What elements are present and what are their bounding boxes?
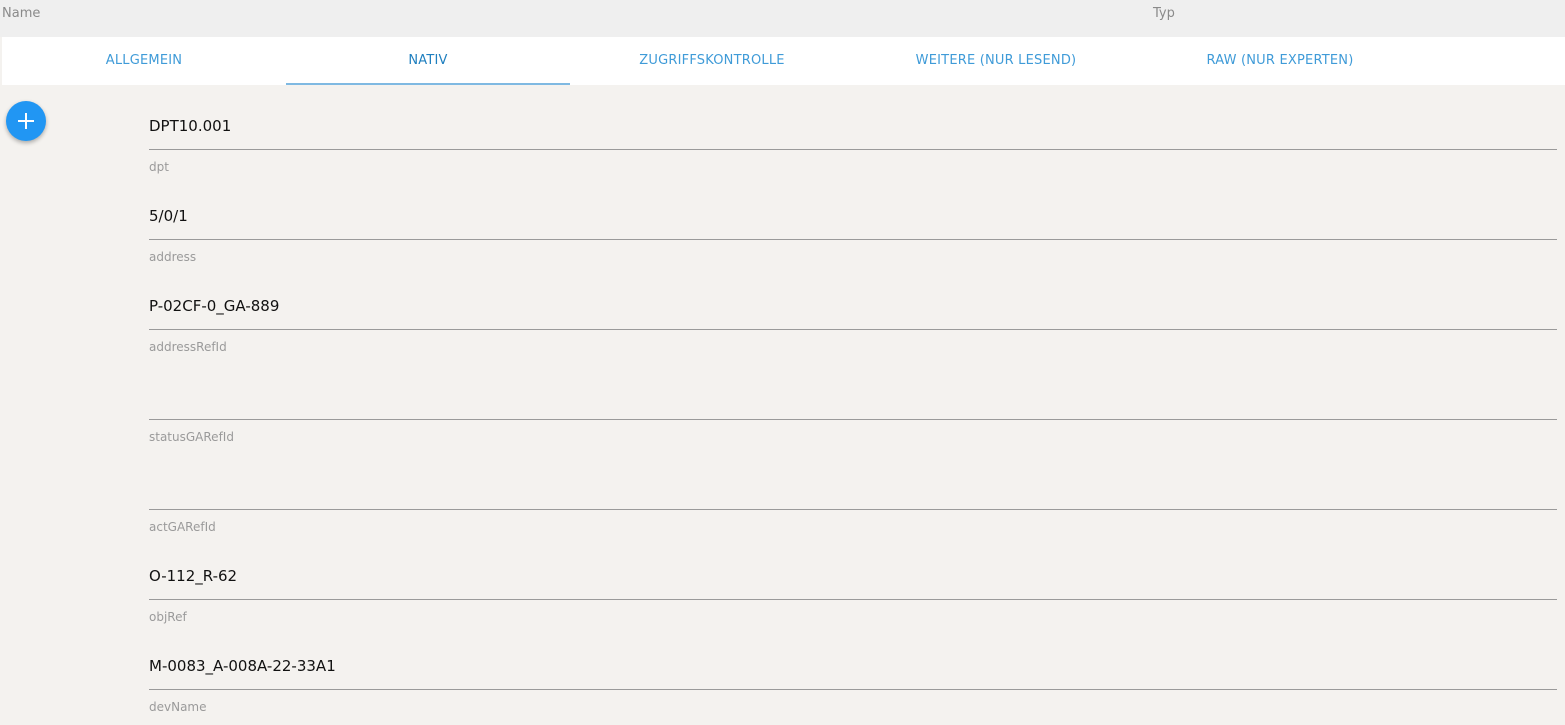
tab-bar: ALLGEMEIN NATIV ZUGRIFFSKONTROLLE WEITER…	[2, 37, 1565, 85]
obj-ref-label: objRef	[149, 610, 187, 624]
status-ga-ref-id-input[interactable]	[149, 385, 1557, 407]
field-underline	[149, 239, 1557, 240]
add-button[interactable]	[6, 101, 46, 141]
field-underline	[149, 149, 1557, 150]
field-underline	[149, 419, 1557, 420]
field-dev-name: devName	[149, 625, 1557, 715]
dpt-input[interactable]	[149, 115, 1557, 137]
field-underline	[149, 509, 1557, 510]
dpt-label: dpt	[149, 160, 169, 174]
field-status-ga-ref-id: statusGARefId	[149, 355, 1557, 445]
tab-allgemein[interactable]: ALLGEMEIN	[2, 37, 286, 85]
dev-name-input[interactable]	[149, 655, 1557, 677]
status-ga-ref-id-label: statusGARefId	[149, 430, 234, 444]
field-underline	[149, 599, 1557, 600]
field-obj-ref: objRef	[149, 535, 1557, 625]
address-ref-id-input[interactable]	[149, 295, 1557, 317]
field-act-ga-ref-id: actGARefId	[149, 445, 1557, 535]
header-bar: Name Typ	[0, 0, 1565, 37]
column-name-label: Name	[2, 6, 41, 21]
tab-zugriffskontrolle[interactable]: ZUGRIFFSKONTROLLE	[570, 37, 854, 85]
act-ga-ref-id-label: actGARefId	[149, 520, 216, 534]
act-ga-ref-id-input[interactable]	[149, 475, 1557, 497]
address-ref-id-label: addressRefId	[149, 340, 227, 354]
address-label: address	[149, 250, 197, 264]
field-dpt: dpt	[149, 85, 1557, 175]
address-input[interactable]	[149, 205, 1557, 227]
tab-raw[interactable]: RAW (NUR EXPERTEN)	[1138, 37, 1422, 85]
plus-icon	[18, 113, 34, 129]
dev-name-label: devName	[149, 700, 207, 714]
field-address-ref-id: addressRefId	[149, 265, 1557, 355]
tab-weitere[interactable]: WEITERE (NUR LESEND)	[854, 37, 1138, 85]
obj-ref-input[interactable]	[149, 565, 1557, 587]
column-type-label: Typ	[1153, 6, 1175, 21]
field-underline	[149, 329, 1557, 330]
native-fields-form: dpt address addressRefId statusGARefId a…	[149, 85, 1557, 715]
field-address: address	[149, 175, 1557, 265]
tab-nativ[interactable]: NATIV	[286, 37, 570, 85]
field-underline	[149, 689, 1557, 690]
